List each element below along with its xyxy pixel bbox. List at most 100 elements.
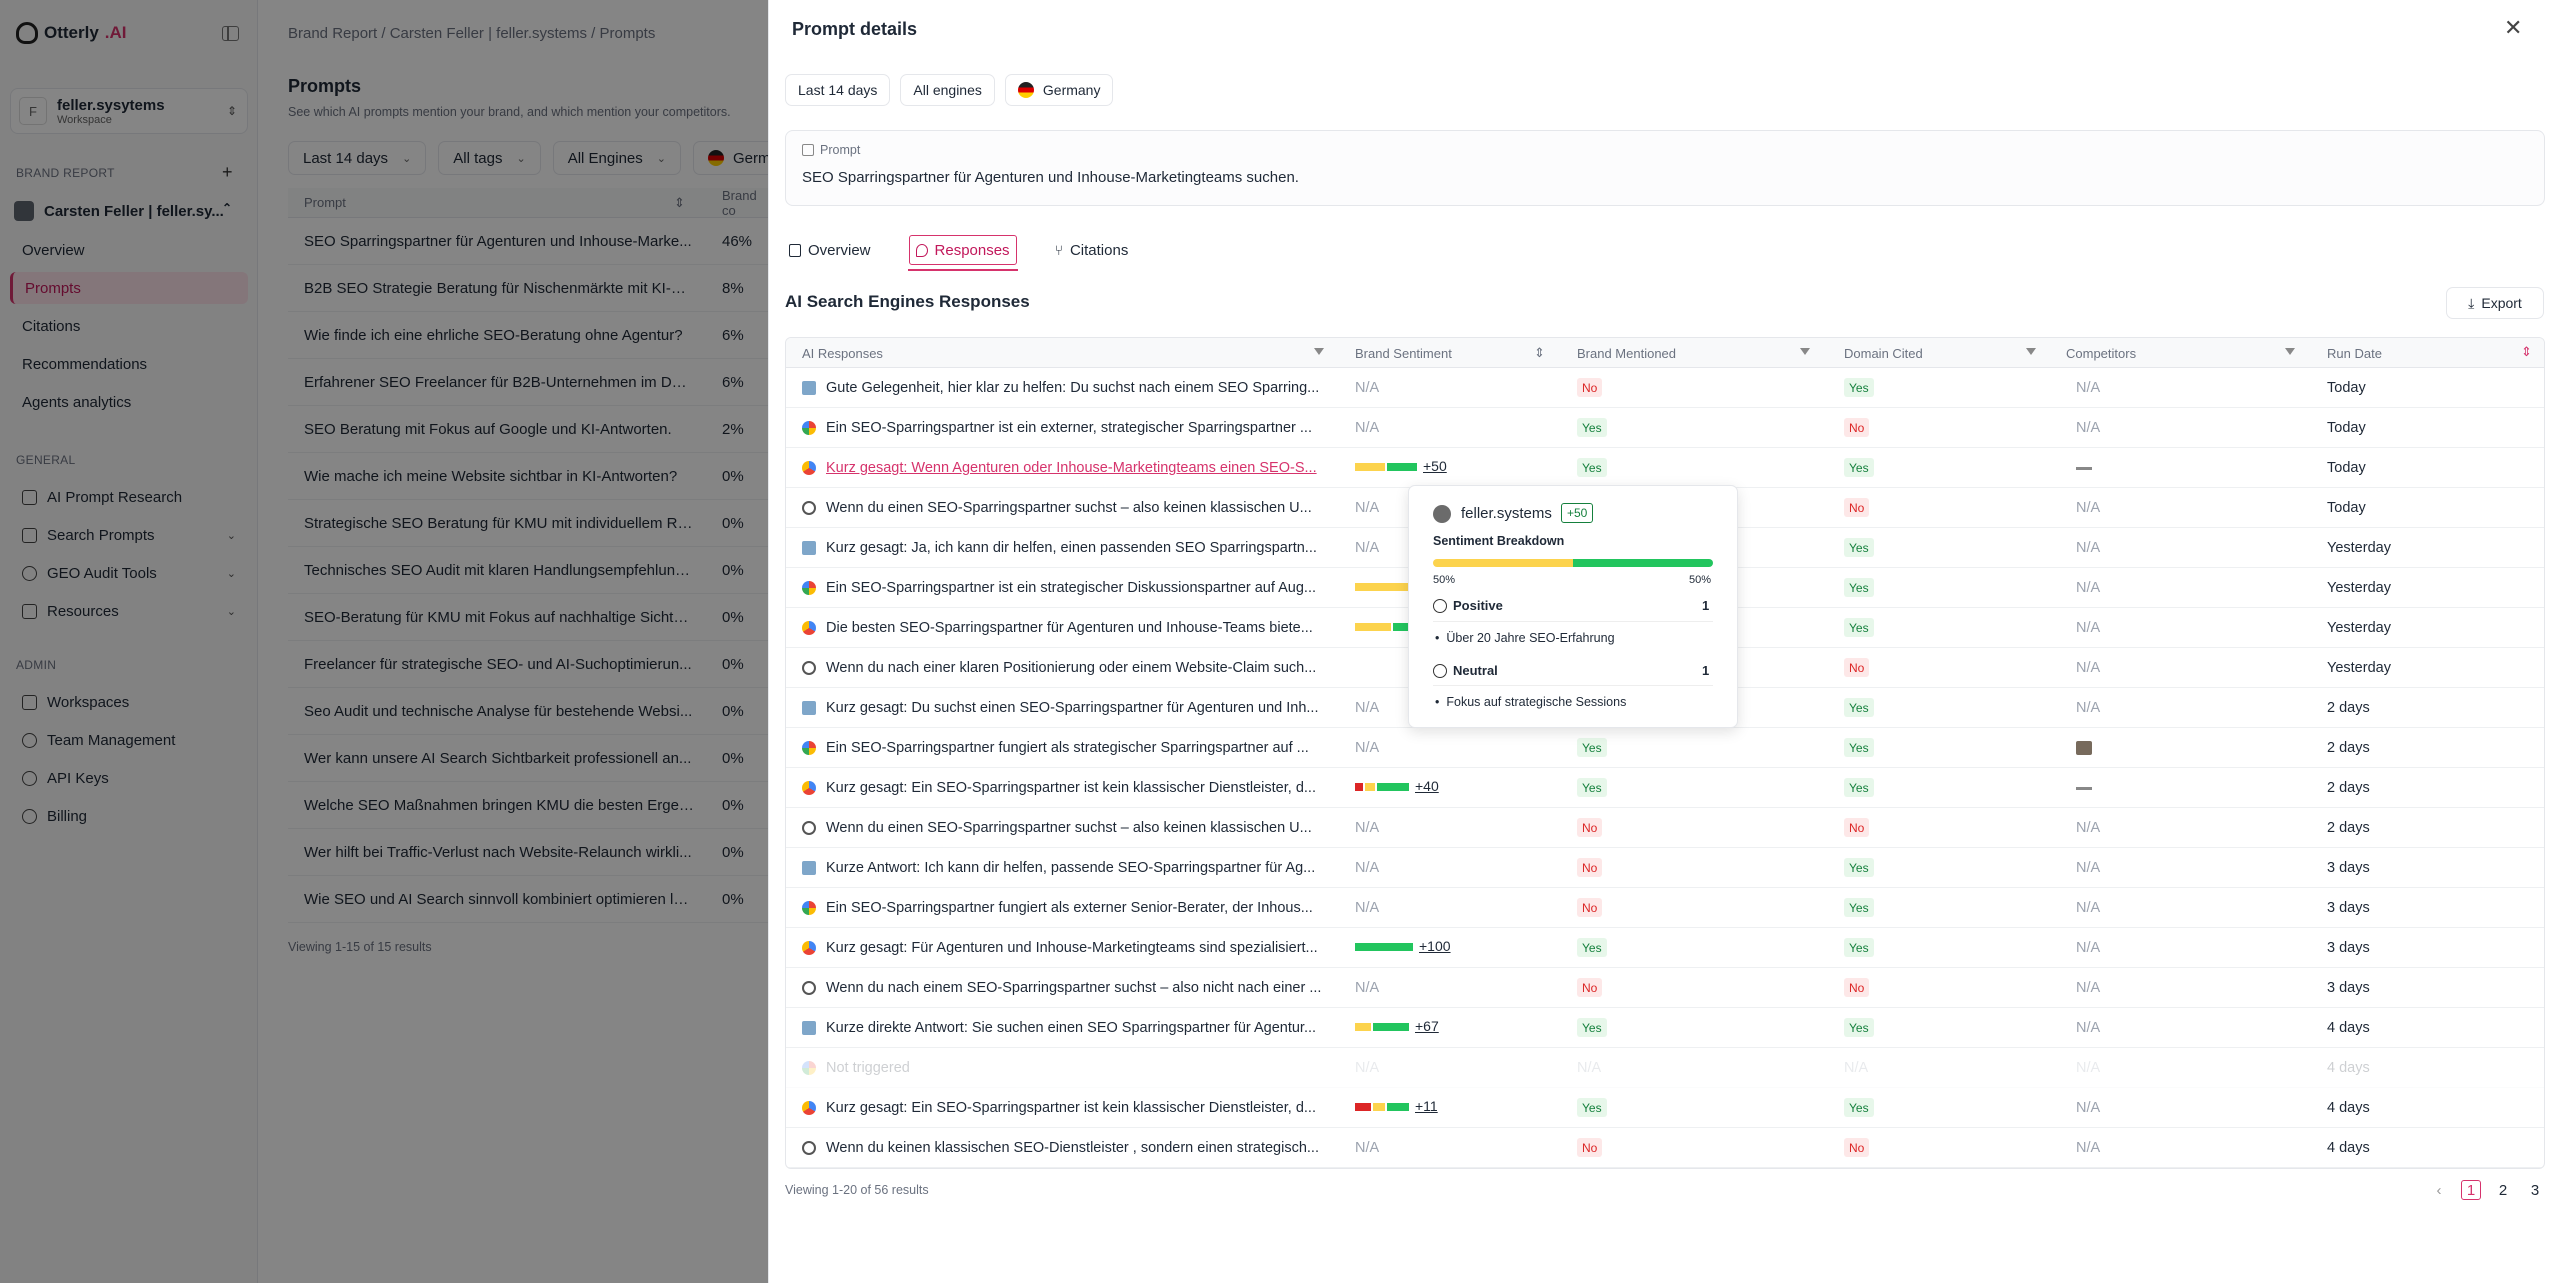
perplexity-icon <box>802 1021 816 1035</box>
response-text: Wenn du einen SEO-Sparringspartner suchs… <box>826 820 1312 836</box>
neutral-item: Fokus auf strategische Sessions <box>1435 695 1626 709</box>
sentiment-bar[interactable] <box>1355 1023 1409 1031</box>
chatgpt-icon <box>802 661 816 675</box>
sentiment-na: N/A <box>1355 500 1380 516</box>
divider <box>1433 621 1713 622</box>
response-row[interactable]: Kurz gesagt: Ein SEO-Sparringspartner is… <box>786 1088 2544 1128</box>
response-text: Kurz gesagt: Ja, ich kann dir helfen, ei… <box>826 540 1317 556</box>
branch-icon: ⑂ <box>1054 242 1063 258</box>
sentiment-segment <box>1387 463 1417 471</box>
col-brand-sentiment[interactable]: Brand Sentiment <box>1355 346 1452 361</box>
response-text: Wenn du keinen klassischen SEO-Dienstlei… <box>826 1140 1319 1156</box>
sentiment-na: N/A <box>1355 420 1380 436</box>
response-row[interactable]: Wenn du nach einem SEO-Sparringspartner … <box>786 968 2544 1008</box>
chip-country[interactable]: Germany <box>1004 74 1114 106</box>
close-icon[interactable]: ✕ <box>2504 15 2522 41</box>
page-2[interactable]: 2 <box>2493 1180 2513 1200</box>
tab-overview[interactable]: Overview <box>785 235 875 265</box>
sentiment-bar[interactable] <box>1355 583 1409 591</box>
panel-title: Prompt details <box>792 19 918 39</box>
col-ai-responses[interactable]: AI Responses <box>802 346 883 361</box>
sentiment-na: N/A <box>1355 740 1380 756</box>
response-row[interactable]: Ein SEO-Sparringspartner fungiert als ex… <box>786 888 2544 928</box>
response-row[interactable]: Ein SEO-Sparringspartner ist ein externe… <box>786 408 2544 448</box>
sentiment-bar[interactable] <box>1355 623 1411 631</box>
run-date: 2 days <box>2327 820 2370 836</box>
competitors-na: N/A <box>2076 500 2101 516</box>
chip-engines[interactable]: All engines <box>900 74 995 106</box>
sentiment-bar[interactable] <box>1355 1103 1409 1111</box>
sentiment-segment <box>1355 1103 1371 1111</box>
run-date: 4 days <box>2327 1100 2370 1116</box>
tab-responses[interactable]: Responses <box>907 235 1018 271</box>
response-text: Ein SEO-Sparringspartner fungiert als ex… <box>826 900 1313 916</box>
gemini-icon <box>802 461 816 475</box>
sentiment-bar <box>1433 559 1713 567</box>
sort-desc-icon[interactable]: ⇕ <box>2521 344 2532 360</box>
competitor-logo-icon[interactable] <box>2076 467 2092 470</box>
sentiment-score[interactable]: +100 <box>1419 938 1451 954</box>
response-row[interactable]: Wenn du keinen klassischen SEO-Dienstlei… <box>786 1128 2544 1168</box>
competitors-na: N/A <box>2076 820 2101 836</box>
export-button[interactable]: ⤓ Export <box>2446 287 2544 319</box>
tab-citations[interactable]: ⑂ Citations <box>1051 235 1133 265</box>
page-3[interactable]: 3 <box>2525 1180 2545 1200</box>
sentiment-bar[interactable] <box>1355 943 1413 951</box>
response-row[interactable]: Wenn du einen SEO-Sparringspartner suchs… <box>786 808 2544 848</box>
competitors-na: N/A <box>2076 620 2101 636</box>
chip-date[interactable]: Last 14 days <box>785 74 891 106</box>
response-text: Kurze direkte Antwort: Sie suchen einen … <box>826 1020 1317 1036</box>
sentiment-score[interactable]: +67 <box>1415 1018 1439 1034</box>
competitor-avatar-icon[interactable] <box>2076 741 2092 755</box>
brand-mentioned-badge: Yes <box>1577 1018 1607 1037</box>
sentiment-tooltip: feller.systems +50 Sentiment Breakdown 5… <box>1408 485 1738 728</box>
col-competitors[interactable]: Competitors <box>2066 346 2136 361</box>
sort-icon[interactable]: ⇕ <box>1534 345 1545 361</box>
prompt-box: Prompt SEO Sparringspartner für Agenture… <box>785 130 2545 206</box>
modal-overlay[interactable] <box>0 0 768 1283</box>
competitors-na: N/A <box>2076 860 2101 876</box>
google-icon <box>802 901 816 915</box>
response-text[interactable]: Kurz gesagt: Wenn Agenturen oder Inhouse… <box>826 460 1336 476</box>
chatgpt-icon <box>802 821 816 835</box>
response-text: Wenn du nach einem SEO-Sparringspartner … <box>826 980 1322 996</box>
run-date: Yesterday <box>2327 580 2391 596</box>
tooltip-score: +50 <box>1561 503 1594 523</box>
page-1[interactable]: 1 <box>2461 1180 2481 1200</box>
sentiment-bar[interactable] <box>1355 463 1417 471</box>
response-row[interactable]: Ein SEO-Sparringspartner fungiert als st… <box>786 728 2544 768</box>
filter-icon[interactable] <box>1800 348 1810 355</box>
domain-cited-badge: No <box>1844 418 1870 437</box>
sentiment-bar[interactable] <box>1355 783 1409 791</box>
competitors-na: N/A <box>2076 940 2101 956</box>
sentiment-score[interactable]: +11 <box>1415 1098 1438 1114</box>
prev-page-icon[interactable]: ‹ <box>2429 1180 2449 1200</box>
sentiment-score[interactable]: +50 <box>1423 458 1447 474</box>
sentiment-na: N/A <box>1355 980 1380 996</box>
col-brand-mentioned[interactable]: Brand Mentioned <box>1577 346 1676 361</box>
sentiment-score[interactable]: +40 <box>1415 778 1439 794</box>
chatgpt-icon <box>802 1141 816 1155</box>
col-domain-cited[interactable]: Domain Cited <box>1844 346 1923 361</box>
competitor-logo-icon[interactable] <box>2076 787 2092 790</box>
response-text: Ein SEO-Sparringspartner ist ein externe… <box>826 420 1312 436</box>
sentiment-na: N/A <box>1355 860 1380 876</box>
response-row[interactable]: Kurze Antwort: Ich kann dir helfen, pass… <box>786 848 2544 888</box>
run-date: Yesterday <box>2327 540 2391 556</box>
filter-icon[interactable] <box>2285 348 2295 355</box>
response-row[interactable]: Kurze direkte Antwort: Sie suchen einen … <box>786 1008 2544 1048</box>
run-date: Today <box>2327 500 2366 516</box>
panel-filter-chips: Last 14 days All engines Germany <box>785 74 1114 106</box>
sentiment-na: N/A <box>1355 700 1380 716</box>
run-date: 2 days <box>2327 780 2370 796</box>
response-row[interactable]: Not triggered N/A N/A N/A N/A 4 days <box>786 1048 2544 1088</box>
filter-icon[interactable] <box>2026 348 2036 355</box>
response-row[interactable]: Kurz gesagt: Wenn Agenturen oder Inhouse… <box>786 448 2544 488</box>
filter-icon[interactable] <box>1314 348 1324 355</box>
response-row[interactable]: Kurz gesagt: Für Agenturen und Inhouse-M… <box>786 928 2544 968</box>
brand-mentioned-badge: No <box>1577 1138 1603 1157</box>
col-run-date[interactable]: Run Date <box>2327 346 2382 361</box>
response-row[interactable]: Gute Gelegenheit, hier klar zu helfen: D… <box>786 368 2544 408</box>
response-row[interactable]: Kurz gesagt: Ein SEO-Sparringspartner is… <box>786 768 2544 808</box>
run-date: 2 days <box>2327 700 2370 716</box>
